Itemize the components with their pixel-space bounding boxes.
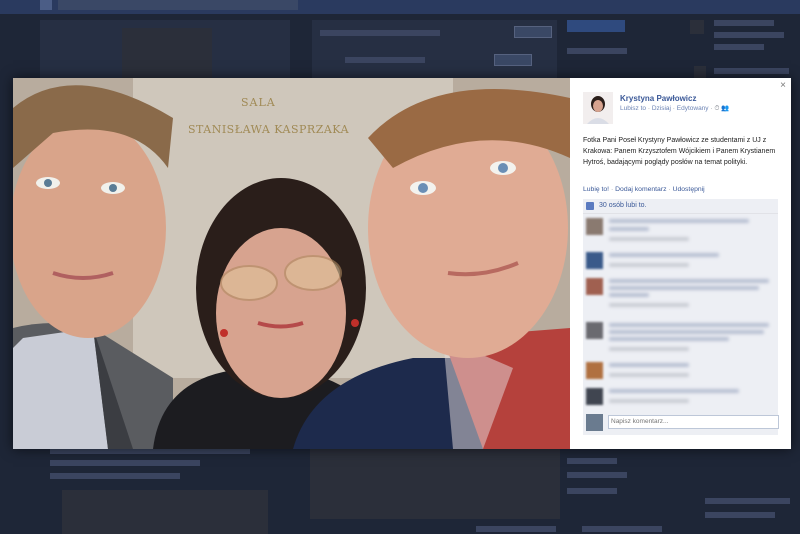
comment-avatar: [586, 252, 603, 269]
comment-avatar: [586, 218, 603, 235]
facebook-logo-icon: [40, 0, 52, 10]
bg-text: [567, 458, 617, 464]
current-user-avatar: [586, 414, 603, 431]
meta-edited-link[interactable]: Edytowany: [677, 105, 709, 112]
comment-item: [583, 275, 778, 319]
comment-item: [583, 385, 778, 411]
meta-like-link[interactable]: Lubisz to: [620, 105, 646, 112]
author-avatar[interactable]: [583, 92, 613, 124]
comment-meta-blurred: [609, 399, 689, 403]
post-text: Fotka Pani Poseł Krystyny Pawłowicz ze s…: [583, 137, 776, 166]
bg-text: [714, 32, 784, 38]
comments-panel: 30 osób lubi to.: [583, 199, 779, 435]
meta-timestamp-link[interactable]: Dzisiaj: [652, 105, 671, 112]
bg-text: [476, 526, 556, 532]
bg-button: [514, 26, 552, 38]
bg-text: [714, 20, 774, 26]
search-bar: [58, 0, 298, 10]
bg-text: [50, 473, 180, 479]
close-icon[interactable]: ×: [780, 80, 786, 91]
comment-text-blurred: [609, 219, 749, 223]
thumbs-up-icon: [586, 202, 594, 210]
bg-text: [582, 526, 662, 532]
post-photo[interactable]: SALA STANISŁAWA KASPRZAKA: [13, 78, 570, 449]
comment-text-blurred: [609, 293, 649, 297]
comment-text-blurred: [609, 279, 769, 283]
comment-text-blurred: [609, 330, 764, 334]
comment-text-blurred: [609, 323, 769, 327]
comment-meta-blurred: [609, 237, 689, 241]
bg-text: [714, 68, 789, 74]
bg-avatar: [690, 20, 704, 34]
comment-meta-blurred: [609, 303, 689, 307]
post-actions: Lubię to! · Dodaj komentarz · Udostępnij: [583, 186, 705, 193]
comment-meta-blurred: [609, 373, 689, 377]
bg-avatar: [694, 66, 706, 78]
comment-item: [583, 319, 778, 359]
comment-avatar: [586, 278, 603, 295]
bg-text: [567, 472, 627, 478]
bg-photo: [310, 449, 560, 519]
comment-avatar: [586, 362, 603, 379]
comment-item: [583, 359, 778, 385]
wall-sign-line1: SALA: [241, 96, 276, 109]
comment-compose: [583, 412, 779, 434]
bg-text: [50, 460, 200, 466]
bg-text: [345, 57, 425, 63]
comment-text-blurred: [609, 337, 729, 341]
comment-text-blurred: [609, 389, 739, 393]
post-author-name[interactable]: Krystyna Pawłowicz: [620, 94, 696, 103]
comment-item: [583, 215, 778, 249]
bg-text: [567, 48, 627, 54]
wall-sign-line2: STANISŁAWA KASPRZAKA: [188, 123, 350, 136]
bg-photo: [62, 490, 268, 534]
likes-count[interactable]: 30 osób lubi to.: [599, 202, 646, 209]
post-meta: Lubisz to · Dzisiaj · Edytowany · ⏱ 👥: [620, 104, 729, 113]
like-link[interactable]: Lubię to!: [583, 186, 609, 193]
bg-button: [494, 54, 532, 66]
comment-avatar: [586, 388, 603, 405]
post-side-panel: × Krystyna Pawłowicz Lubisz to · Dzisiaj…: [570, 78, 791, 449]
photo-illustration: SALA STANISŁAWA KASPRZAKA: [13, 78, 570, 449]
bg-text: [567, 488, 617, 494]
comment-meta-blurred: [609, 263, 689, 267]
bg-blue-button: [567, 20, 625, 32]
bg-text: [714, 44, 764, 50]
bg-photo: [122, 28, 212, 78]
bg-text: [705, 498, 790, 504]
meta-privacy-icons: · ⏱ 👥: [708, 105, 730, 112]
bg-text: [705, 512, 775, 518]
comment-text-blurred: [609, 286, 759, 290]
comment-avatar: [586, 322, 603, 339]
photo-lightbox: SALA STANISŁAWA KASPRZAKA × Krystyna Paw…: [13, 78, 791, 449]
comment-item: [583, 249, 778, 275]
comment-meta-blurred: [609, 347, 689, 351]
comment-text-blurred: [609, 253, 719, 257]
comment-input[interactable]: [608, 415, 779, 429]
share-link[interactable]: Udostępnij: [673, 186, 705, 193]
comment-text-blurred: [609, 363, 689, 367]
comment-link[interactable]: Dodaj komentarz: [615, 186, 666, 193]
likes-summary[interactable]: 30 osób lubi to.: [583, 199, 778, 214]
comment-text-blurred: [609, 227, 649, 231]
bg-text: [320, 30, 440, 36]
avatar-illustration: [583, 92, 613, 124]
